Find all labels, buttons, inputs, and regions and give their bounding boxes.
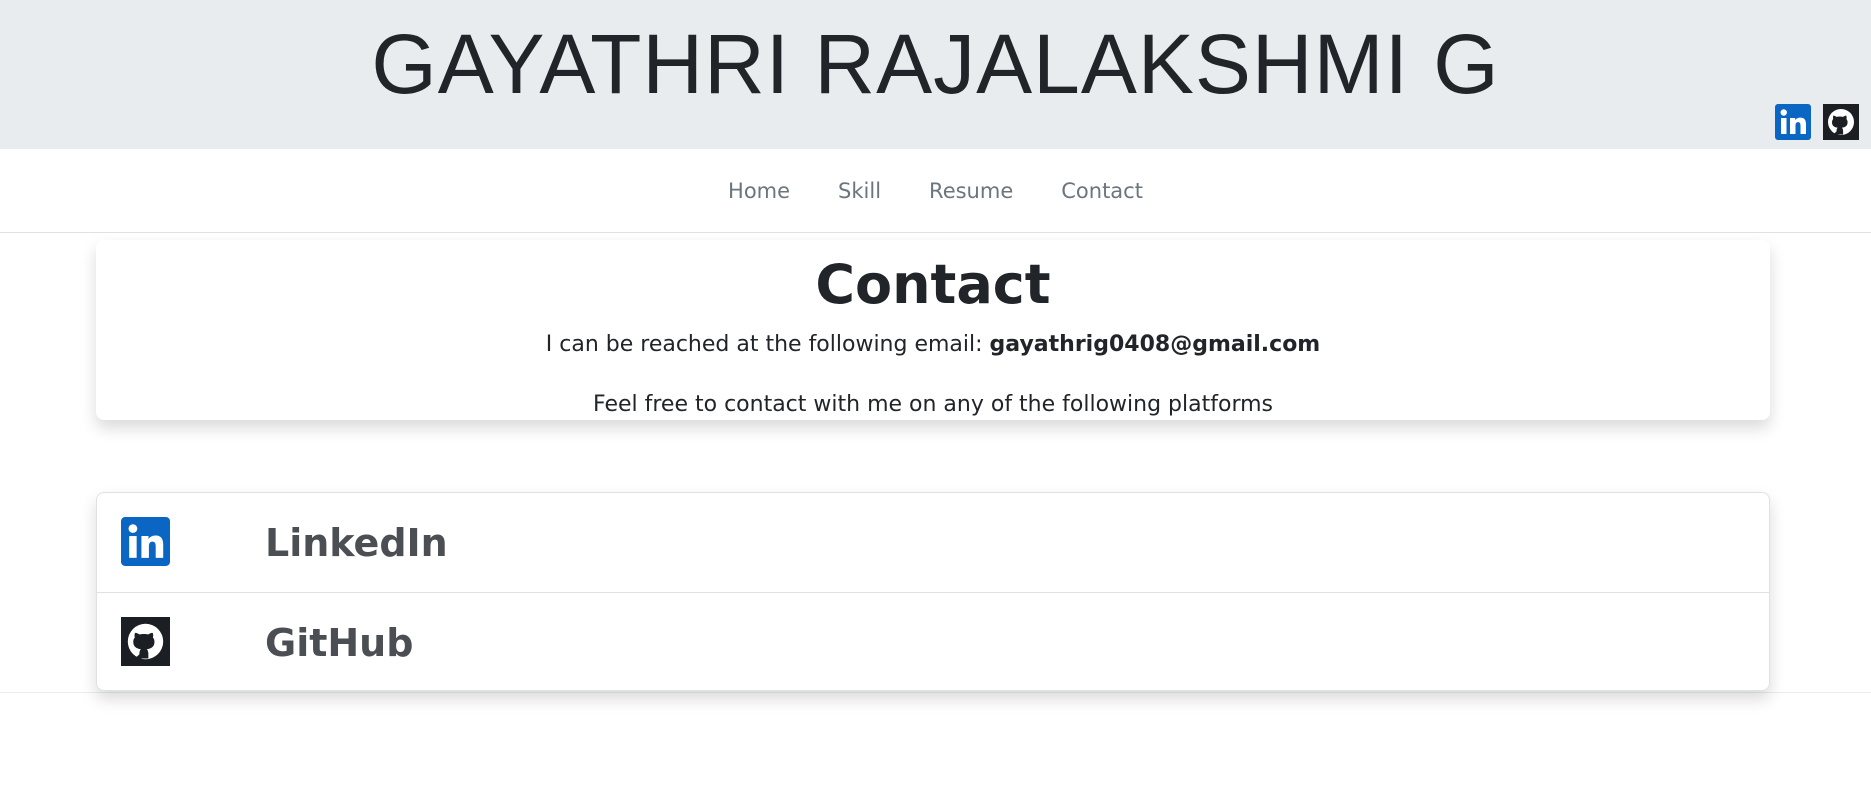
- github-icon: [121, 617, 170, 666]
- contact-card: Contact I can be reached at the followin…: [96, 240, 1770, 420]
- contact-heading: Contact: [815, 253, 1051, 316]
- email-prefix: I can be reached at the following email:: [545, 332, 990, 357]
- site-title: GAYATHRI RAJALAKSHMI G: [371, 17, 1500, 111]
- platforms-text: Feel free to contact with me on any of t…: [593, 392, 1273, 417]
- github-icon[interactable]: [1823, 104, 1859, 140]
- nav-resume[interactable]: Resume: [905, 179, 1037, 203]
- email-address: gayathrig0408@gmail.com: [989, 332, 1321, 357]
- section-divider: [0, 692, 1871, 693]
- list-item-github[interactable]: GitHub: [97, 592, 1769, 690]
- platform-list: LinkedIn GitHub: [96, 492, 1770, 691]
- platform-label: LinkedIn: [265, 521, 448, 565]
- site-header: GAYATHRI RAJALAKSHMI G: [0, 0, 1871, 149]
- nav-skill[interactable]: Skill: [814, 179, 905, 203]
- nav-home[interactable]: Home: [704, 179, 814, 203]
- email-line: I can be reached at the following email:…: [96, 330, 1770, 360]
- linkedin-icon[interactable]: [1775, 104, 1811, 140]
- main-nav: Home Skill Resume Contact: [0, 149, 1871, 233]
- platform-label: GitHub: [265, 621, 414, 665]
- list-item-linkedin[interactable]: LinkedIn: [97, 493, 1769, 592]
- linkedin-icon: [121, 517, 170, 566]
- nav-contact[interactable]: Contact: [1037, 179, 1167, 203]
